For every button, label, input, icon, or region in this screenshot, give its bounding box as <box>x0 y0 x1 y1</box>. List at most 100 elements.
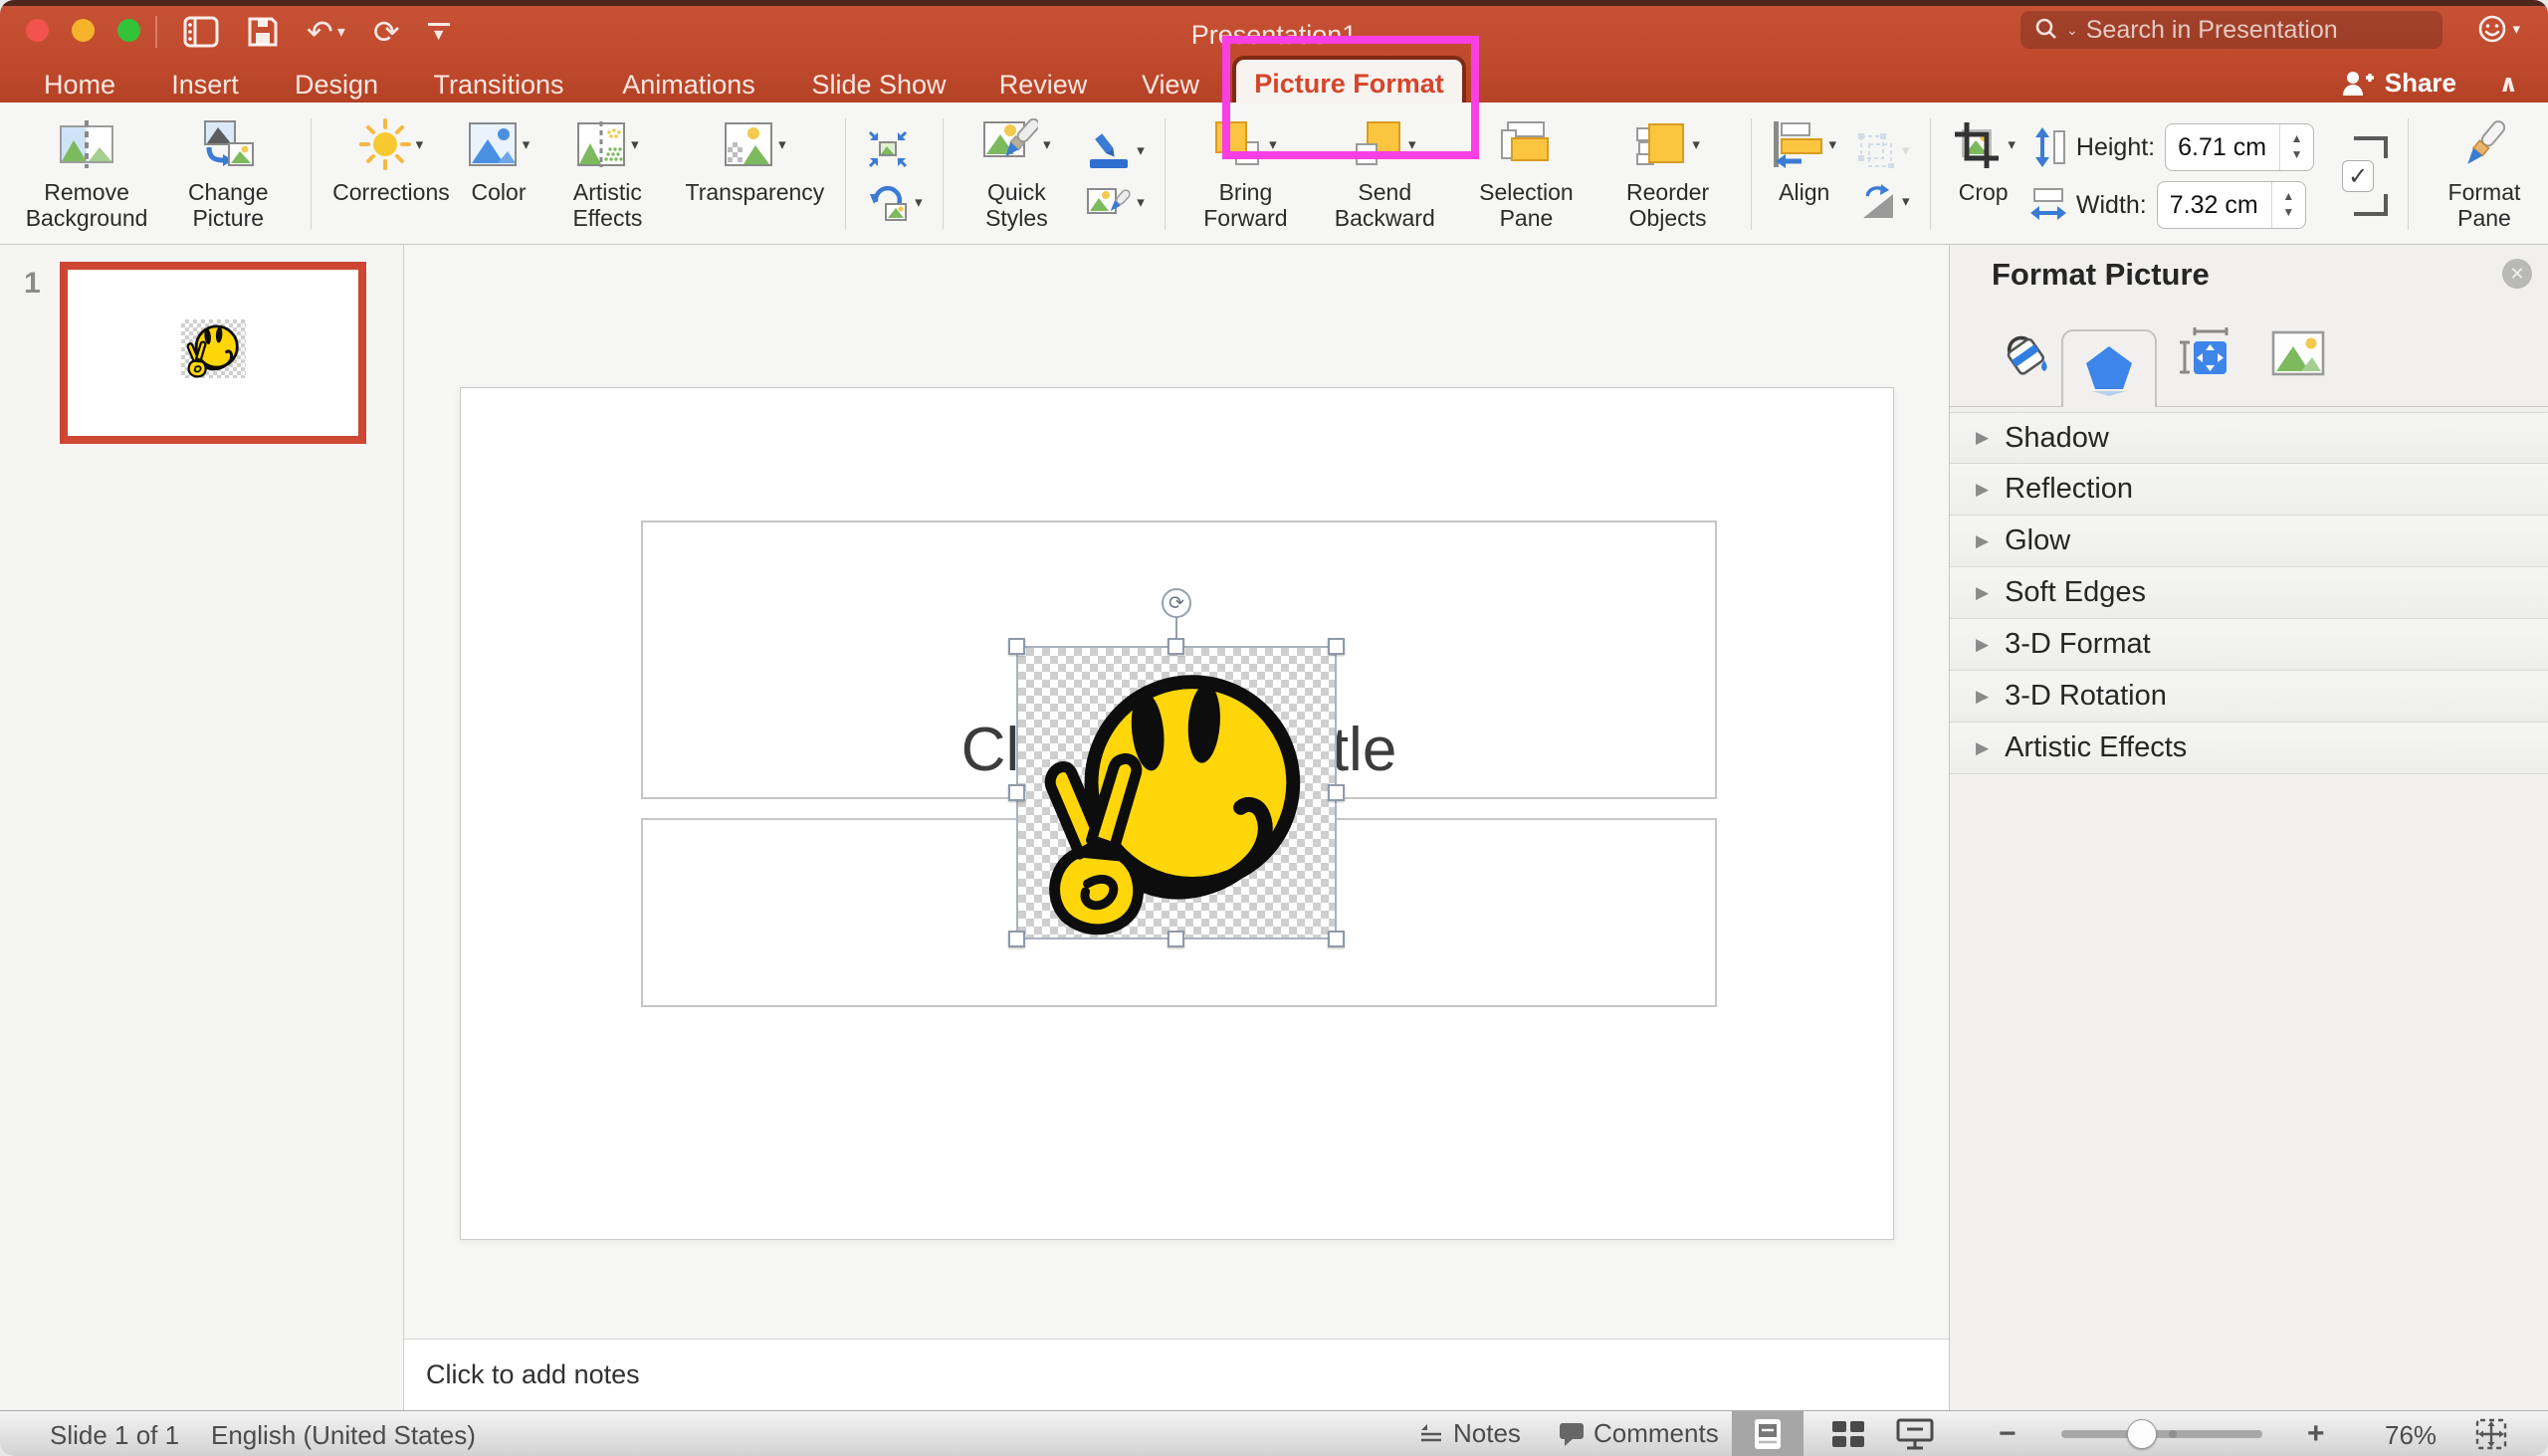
section-artistic-effects[interactable]: ▶ Artistic Effects <box>1950 723 2548 774</box>
rotation-handle[interactable]: ⟳ <box>1162 588 1191 618</box>
search-scope-caret-icon[interactable]: ⌄ <box>2066 22 2078 39</box>
section-3d-rotation[interactable]: ▶ 3-D Rotation <box>1950 671 2548 723</box>
shape-height-icon <box>2030 127 2066 167</box>
selected-picture[interactable]: ⟳ <box>1018 648 1335 937</box>
artistic-effects-dropdown-icon: ▾ <box>631 135 639 153</box>
fit-slide-to-window-button[interactable] <box>2474 1411 2508 1456</box>
group-objects-button[interactable]: ▾ <box>1853 132 1910 168</box>
tab-transitions[interactable]: Transitions <box>433 70 563 101</box>
slide-sorter-view-button[interactable] <box>1823 1411 1873 1456</box>
corrections-button[interactable]: ▾ Corrections <box>323 108 459 244</box>
normal-view-button[interactable] <box>1732 1411 1804 1456</box>
tab-view[interactable]: View <box>1142 70 1199 101</box>
zoom-slider-knob[interactable] <box>2127 1419 2157 1449</box>
section-glow[interactable]: ▶ Glow <box>1950 516 2548 567</box>
bring-forward-button[interactable]: ▾ Bring Forward <box>1177 108 1315 244</box>
bring-forward-dropdown-icon: ▾ <box>1269 135 1277 153</box>
width-field[interactable]: ▲ ▼ <box>2157 181 2306 229</box>
tab-review[interactable]: Review <box>999 70 1088 101</box>
ribbon-group-divider <box>845 118 846 230</box>
quick-styles-button[interactable]: ▾ Quick Styles <box>955 108 1078 244</box>
tab-home[interactable]: Home <box>44 70 115 101</box>
width-stepper[interactable]: ▲ ▼ <box>2271 182 2305 228</box>
transparency-button[interactable]: ▾ Transparency <box>677 108 834 244</box>
comments-toggle-button[interactable]: Comments <box>1558 1411 1719 1456</box>
search-icon <box>2034 17 2060 43</box>
fit-to-window-icon <box>2474 1417 2508 1451</box>
tab-slide-show[interactable]: Slide Show <box>811 70 946 101</box>
remove-background-button[interactable]: Remove Background <box>16 108 157 244</box>
section-reflection[interactable]: ▶ Reflection <box>1950 464 2548 516</box>
resize-handle-sw[interactable] <box>1008 931 1025 947</box>
normal-view-icon <box>1753 1417 1783 1451</box>
notes-pane[interactable]: Click to add notes <box>404 1339 1949 1410</box>
compress-pictures-button[interactable] <box>866 130 923 168</box>
resize-handle-ne[interactable] <box>1328 638 1345 655</box>
slide-canvas[interactable]: Click to add title ⟳ <box>460 387 1894 1240</box>
height-field[interactable]: ▲ ▼ <box>2165 123 2314 171</box>
picture-border-button[interactable]: ▾ <box>1086 131 1145 169</box>
language-indicator[interactable]: English (United States) <box>211 1420 476 1451</box>
feedback-smiley-icon <box>2476 13 2508 45</box>
selection-pane-button[interactable]: Selection Pane <box>1455 108 1596 244</box>
tab-animations[interactable]: Animations <box>622 70 755 101</box>
rotate-objects-icon <box>1853 182 1897 220</box>
lock-aspect-ratio-checkbox[interactable]: ✓ <box>2342 160 2374 192</box>
tab-picture-format-label: Picture Format <box>1254 69 1444 100</box>
size-properties-tab[interactable] <box>2173 321 2236 385</box>
section-shadow[interactable]: ▶ Shadow <box>1950 412 2548 464</box>
zoom-slider[interactable] <box>2061 1430 2262 1438</box>
resize-handle-w[interactable] <box>1008 784 1025 801</box>
send-backward-button[interactable]: ▾ Send Backward <box>1314 108 1455 244</box>
align-button[interactable]: ▾ Align <box>1763 108 1845 244</box>
height-stepper-down-icon[interactable]: ▼ <box>2291 147 2303 163</box>
slide-sorter-icon <box>1830 1417 1866 1451</box>
height-input[interactable] <box>2166 132 2279 163</box>
ribbon-group-divider <box>943 118 944 230</box>
slideshow-view-button[interactable] <box>1887 1411 1943 1456</box>
picture-border-icon <box>1086 131 1132 169</box>
resize-handle-e[interactable] <box>1328 784 1345 801</box>
reset-picture-button[interactable]: ▾ <box>866 182 923 222</box>
tab-picture-format[interactable]: Picture Format <box>1232 56 1466 108</box>
zoom-out-button[interactable]: − <box>1999 1411 2017 1456</box>
picture-tab[interactable] <box>2266 321 2330 385</box>
artistic-effects-button[interactable]: ▾ Artistic Effects <box>538 108 676 244</box>
resize-handle-s[interactable] <box>1168 931 1184 947</box>
fill-line-tab[interactable] <box>1994 321 2057 385</box>
tab-insert[interactable]: Insert <box>171 70 239 101</box>
search-box[interactable]: ⌄ <box>2020 11 2442 49</box>
lock-aspect-ratio-control[interactable]: ✓ <box>2320 108 2396 244</box>
search-input[interactable] <box>2084 15 2429 46</box>
section-3d-format[interactable]: ▶ 3-D Format <box>1950 619 2548 671</box>
close-panel-button[interactable]: ✕ <box>2502 259 2532 289</box>
resize-handle-nw[interactable] <box>1008 638 1025 655</box>
crop-button[interactable]: ▾ Crop <box>1942 108 2024 244</box>
feedback-control[interactable]: ▾ <box>2476 13 2520 45</box>
height-stepper-up-icon[interactable]: ▲ <box>2291 131 2303 147</box>
color-button[interactable]: ▾ Color <box>459 108 539 244</box>
picture-effects-dropdown-icon: ▾ <box>1137 193 1145 211</box>
zoom-level[interactable]: 76% <box>2385 1420 2437 1451</box>
reorder-objects-button[interactable]: ▾ Reorder Objects <box>1597 108 1739 244</box>
collapse-ribbon-icon[interactable]: ∧ <box>2499 70 2519 99</box>
picture-effects-button[interactable]: ▾ <box>1086 183 1145 221</box>
remove-background-icon <box>59 120 114 168</box>
share-button[interactable]: Share <box>2341 68 2456 99</box>
width-stepper-up-icon[interactable]: ▲ <box>2282 189 2294 205</box>
tab-design[interactable]: Design <box>295 70 378 101</box>
format-pane-button[interactable]: Format Pane <box>2421 108 2548 244</box>
resize-handle-se[interactable] <box>1328 931 1345 947</box>
width-stepper-down-icon[interactable]: ▼ <box>2282 205 2294 221</box>
section-soft-edges[interactable]: ▶ Soft Edges <box>1950 567 2548 619</box>
rotate-objects-button[interactable]: ▾ <box>1853 182 1910 220</box>
slide-thumbnail[interactable] <box>60 262 366 444</box>
notes-toggle-button[interactable]: Notes <box>1417 1411 1521 1456</box>
height-stepper[interactable]: ▲ ▼ <box>2279 124 2313 170</box>
disclosure-icon: ▶ <box>1976 480 1989 500</box>
effects-tab-selected[interactable] <box>2061 329 2157 407</box>
change-picture-button[interactable]: Change Picture <box>157 108 299 244</box>
width-input[interactable] <box>2158 190 2271 221</box>
zoom-in-button[interactable]: + <box>2307 1411 2325 1456</box>
resize-handle-n[interactable] <box>1168 638 1184 655</box>
